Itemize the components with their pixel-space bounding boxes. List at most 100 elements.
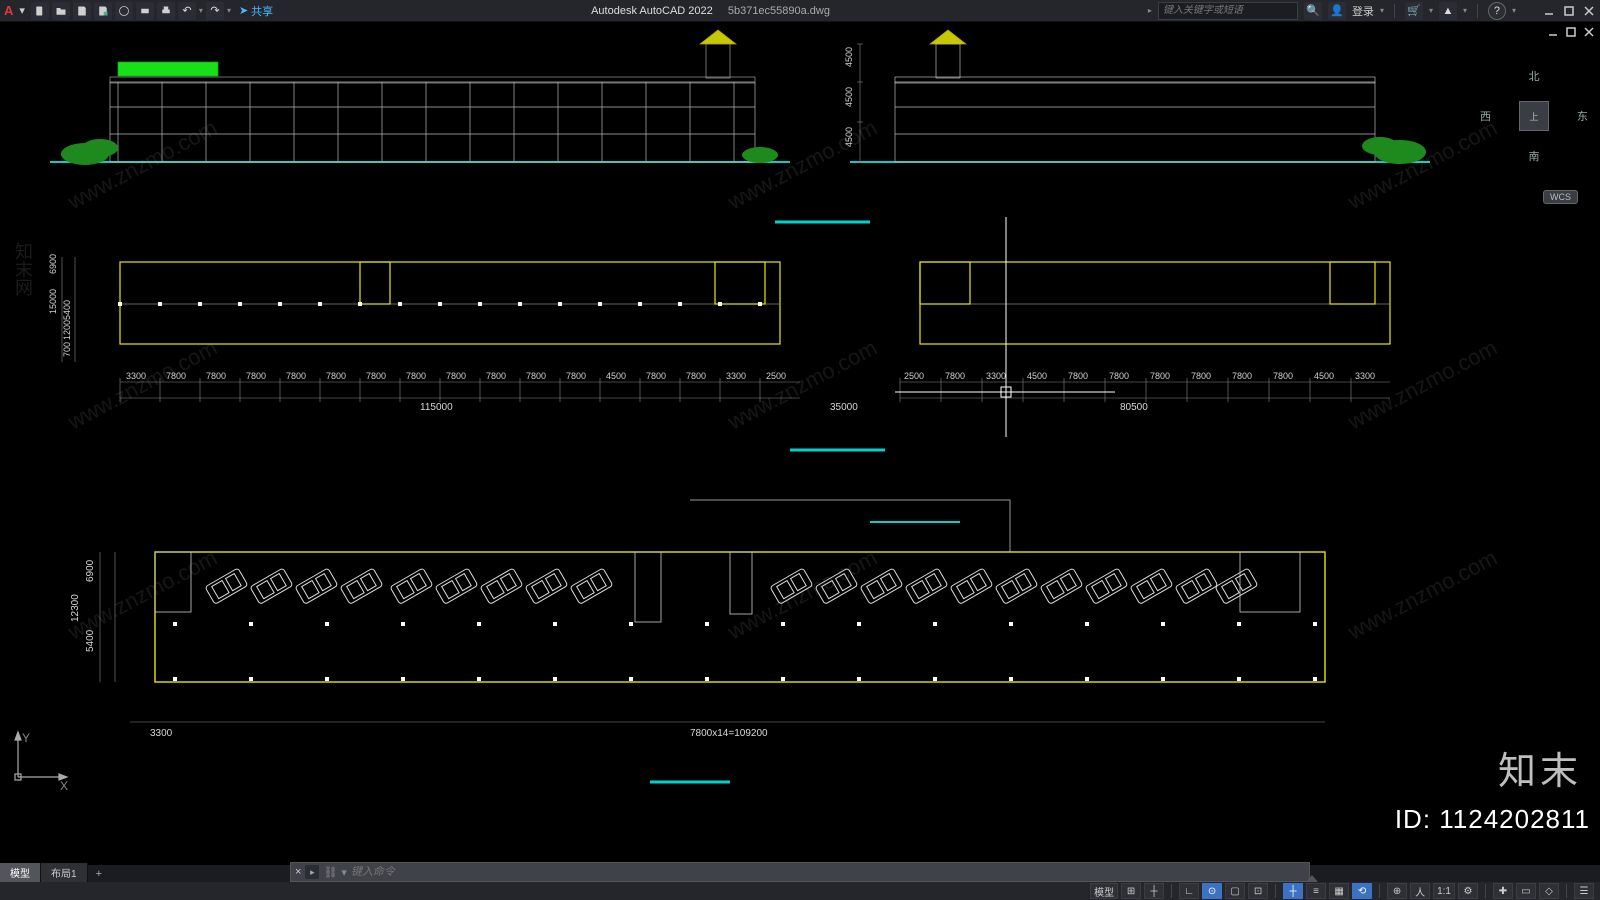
- status-cleanscreen-button[interactable]: ☰: [1574, 883, 1594, 899]
- account-label[interactable]: 登录: [1352, 3, 1374, 19]
- tab-model[interactable]: 模型: [0, 863, 41, 882]
- plan1-hdim-a-10: 7800: [526, 371, 546, 381]
- plan1-hdim-a-5: 7800: [326, 371, 346, 381]
- layout-tabs: 模型 布局1 +: [0, 865, 110, 882]
- cmdline-close-icon[interactable]: ×: [295, 866, 301, 878]
- parked-car: [1130, 568, 1173, 604]
- status-grid-button[interactable]: ⊞: [1121, 883, 1141, 899]
- plan1-hdim-b-3: 4500: [1027, 371, 1047, 381]
- status-annoscale-button[interactable]: ⊕: [1387, 883, 1407, 899]
- plan1-hdim-b-10: 4500: [1314, 371, 1334, 381]
- status-polar-button[interactable]: ⊙: [1202, 883, 1222, 899]
- parked-car: [815, 568, 858, 604]
- ucs-y-label: Y: [22, 731, 30, 745]
- status-ortho-button[interactable]: ∟: [1179, 883, 1199, 899]
- title-right: ▸ 🔍 👤 登录 ▾ 🛒 ▾ ▲ ▾ ? ▾: [1148, 2, 1596, 20]
- plan1-hdim-a-15: 3300: [726, 371, 746, 381]
- parked-car: [950, 568, 993, 604]
- qat-plot-button[interactable]: [136, 2, 154, 20]
- doc-close-button[interactable]: [1582, 25, 1596, 39]
- share-label: 共享: [251, 3, 273, 19]
- parked-car: [250, 568, 293, 604]
- status-3dosnap-button[interactable]: ⊡: [1248, 883, 1268, 899]
- qat-saveas-button[interactable]: [94, 2, 112, 20]
- qat-web-button[interactable]: [115, 2, 133, 20]
- elev-dim-3: 4500: [844, 127, 854, 147]
- viewcube-north[interactable]: 北: [1529, 68, 1540, 84]
- parked-car: [570, 568, 613, 604]
- watermark-brand: 知末网: [10, 242, 36, 296]
- elev-dim-1: 4500: [844, 47, 854, 67]
- ucs-x-label: X: [60, 779, 68, 793]
- plan1-gap: 35000: [830, 402, 858, 413]
- plan2-vdim-5400: 5400: [85, 629, 96, 652]
- status-osnap-button[interactable]: ▢: [1225, 883, 1245, 899]
- quick-access-toolbar: ↶ ▾ ↷ ▾: [31, 2, 231, 20]
- search-input[interactable]: [1158, 2, 1298, 20]
- viewcube-west[interactable]: 西: [1480, 108, 1491, 124]
- parked-car: [1085, 568, 1128, 604]
- status-monitor-button[interactable]: ✚: [1493, 883, 1513, 899]
- status-units-button[interactable]: ▭: [1516, 883, 1536, 899]
- qat-save-button[interactable]: [73, 2, 91, 20]
- window-maximize-button[interactable]: [1562, 4, 1576, 18]
- plan1-hdim-b-5: 7800: [1109, 371, 1129, 381]
- status-snap-button[interactable]: ┼: [1144, 883, 1164, 899]
- featured-apps-button[interactable]: ▲: [1439, 2, 1457, 20]
- plan1-hdim-a-1: 7800: [166, 371, 186, 381]
- qat-print-button[interactable]: [157, 2, 175, 20]
- status-dyn-button[interactable]: ┼: [1283, 883, 1303, 899]
- drawing-canvas[interactable]: 4500 4500 4500 6900 15000 540: [0, 22, 1600, 865]
- app-name: Autodesk AutoCAD 2022: [591, 5, 713, 17]
- cmdline-expand-icon[interactable]: [1306, 875, 1318, 882]
- plan2-vdim-6900: 6900: [85, 559, 96, 582]
- title-center: Autodesk AutoCAD 2022 5b371ec55890a.dwg: [273, 5, 1148, 17]
- drawing-viewport[interactable]: 4500 4500 4500 6900 15000 540: [0, 22, 1600, 865]
- status-workspace-button[interactable]: ⚙: [1458, 883, 1478, 899]
- tab-add-button[interactable]: +: [88, 866, 110, 882]
- command-line[interactable]: × ▸ ⛓ ▾: [290, 862, 1310, 882]
- window-minimize-button[interactable]: [1542, 4, 1556, 18]
- parked-car: [860, 568, 903, 604]
- search-button[interactable]: 🔍: [1304, 2, 1322, 20]
- help-button[interactable]: ?: [1488, 2, 1506, 20]
- status-model-button[interactable]: 模型: [1090, 883, 1118, 899]
- viewcube-top[interactable]: 上: [1519, 101, 1549, 131]
- status-lw-button[interactable]: ≡: [1306, 883, 1326, 899]
- status-a2-button[interactable]: 1:1: [1433, 883, 1455, 899]
- plan1-total-b: 80500: [1120, 402, 1148, 413]
- qat-redo-button[interactable]: ↷: [206, 2, 224, 20]
- window-close-button[interactable]: [1582, 4, 1596, 18]
- plan1-hdim-a-12: 4500: [606, 371, 626, 381]
- autodesk-app-button[interactable]: 🛒: [1405, 2, 1423, 20]
- cmdline-history-button[interactable]: ▸: [305, 865, 319, 879]
- plan1-hdim-a-7: 7800: [406, 371, 426, 381]
- wcs-badge[interactable]: WCS: [1543, 190, 1578, 204]
- parked-car: [995, 568, 1038, 604]
- viewcube-south[interactable]: 南: [1529, 148, 1540, 164]
- plan1-hdim-a-11: 7800: [566, 371, 586, 381]
- view-cube[interactable]: 北 南 东 西 上: [1490, 72, 1578, 160]
- menu-caret-icon[interactable]: ▾: [19, 4, 25, 17]
- plan1-hdim-b-4: 7800: [1068, 371, 1088, 381]
- viewcube-east[interactable]: 东: [1577, 108, 1588, 124]
- plan1-vdim-1200: 1200: [62, 320, 72, 340]
- share-button[interactable]: ➤ 共享: [239, 3, 273, 19]
- plan1-hdim-a-0: 3300: [126, 371, 146, 381]
- plan2-vdim-12300: 12300: [70, 594, 81, 622]
- tab-layout1[interactable]: 布局1: [41, 863, 88, 882]
- plan1-vdim-6900: 6900: [48, 254, 58, 274]
- status-transparency-button[interactable]: ▦: [1329, 883, 1349, 899]
- status-cycling-button[interactable]: ⟲: [1352, 883, 1372, 899]
- qat-undo-button[interactable]: ↶: [178, 2, 196, 20]
- doc-maximize-button[interactable]: [1564, 25, 1578, 39]
- account-icon[interactable]: 👤: [1328, 2, 1346, 20]
- qat-open-button[interactable]: [52, 2, 70, 20]
- doc-minimize-button[interactable]: [1546, 25, 1560, 39]
- status-a1-button[interactable]: 人: [1410, 883, 1430, 899]
- status-iso-button[interactable]: ◇: [1539, 883, 1559, 899]
- crosshair-cursor: [895, 217, 1115, 437]
- plan1-hdim-b-9: 7800: [1273, 371, 1293, 381]
- command-input[interactable]: [351, 866, 1305, 878]
- qat-new-button[interactable]: [31, 2, 49, 20]
